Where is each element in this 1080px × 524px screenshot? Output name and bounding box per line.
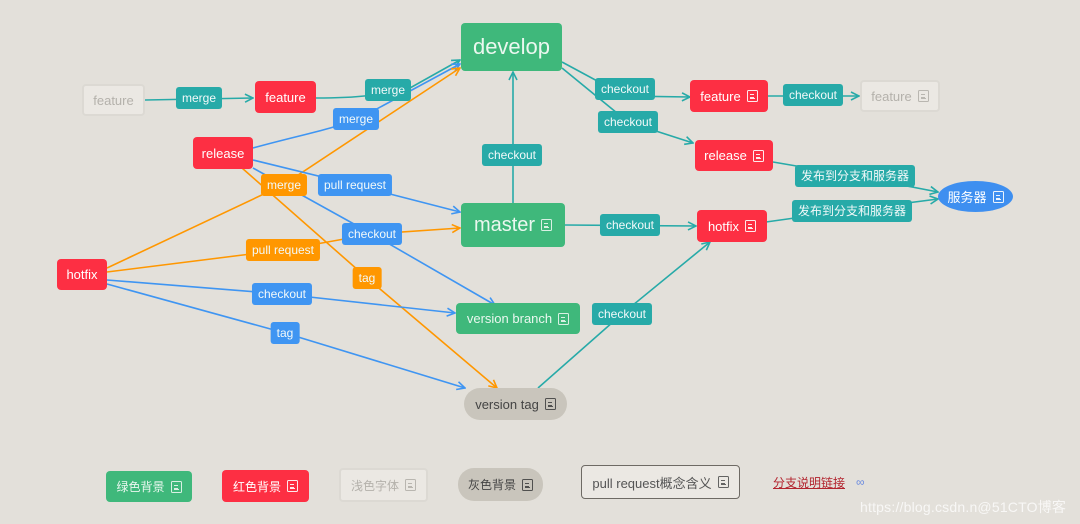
note-icon <box>287 480 298 492</box>
note-icon <box>405 479 416 491</box>
edge-label-pull-request: pull request <box>317 174 393 196</box>
legend-label: 灰色背景 <box>467 478 516 492</box>
edge-label-checkout: checkout <box>597 111 659 133</box>
legend-outline: pull request概念含义 <box>581 465 740 499</box>
edge-label-publish: 发布到分支和服务器 <box>791 200 913 222</box>
node-label: version branch <box>466 311 553 326</box>
node-develop[interactable]: develop <box>461 23 562 71</box>
legend-light: 浅色字体 <box>339 468 428 502</box>
legend-label: pull request概念含义 <box>592 475 712 491</box>
note-icon <box>992 190 1004 203</box>
node-hotfix-right[interactable]: hotfix <box>697 210 767 242</box>
note-icon <box>752 149 764 162</box>
node-label: feature <box>871 88 912 104</box>
node-release-right[interactable]: release <box>695 140 773 171</box>
note-icon <box>541 219 553 231</box>
link-icon[interactable]: ∞ <box>856 475 865 489</box>
legend-label: 红色背景 <box>232 479 281 494</box>
node-server[interactable]: 服务器 <box>938 181 1013 212</box>
note-icon <box>170 480 182 493</box>
edge-label-tag: tag <box>352 267 382 289</box>
node-label: version tag <box>475 396 539 412</box>
edge-label-checkout: checkout <box>599 214 661 236</box>
node-feature-light-left[interactable]: feature <box>82 84 145 116</box>
edge-layer <box>106 0 1080 524</box>
node-label: release <box>201 145 245 161</box>
edge-label-pull-request: pull request <box>245 239 321 261</box>
node-label: 服务器 <box>947 190 987 205</box>
node-release-left[interactable]: release <box>193 137 253 169</box>
edge-label-checkout: checkout <box>341 223 403 245</box>
node-label: feature <box>265 89 306 105</box>
node-label: develop <box>472 34 551 59</box>
watermark: https://blog.csdn.n@51CTO博客 <box>860 499 1067 515</box>
note-icon <box>917 90 929 102</box>
node-version-tag[interactable]: version tag <box>464 388 567 420</box>
note-icon <box>544 398 556 410</box>
legend-label: 绿色背景 <box>116 480 165 494</box>
legend-red: 红色背景 <box>222 470 309 502</box>
node-label: hotfix <box>707 218 740 234</box>
edge-label-merge: merge <box>260 174 308 196</box>
edge-label-checkout: checkout <box>782 84 844 106</box>
edge-label-merge: merge <box>332 108 380 130</box>
node-label: feature <box>700 88 741 104</box>
edge-label-checkout: checkout <box>591 303 653 325</box>
node-label: feature <box>93 92 134 108</box>
node-master[interactable]: master <box>461 203 565 247</box>
node-label: master <box>473 213 536 236</box>
edge-label-merge: merge <box>175 87 223 109</box>
legend-green: 绿色背景 <box>106 471 192 502</box>
edge-label-tag: tag <box>270 322 300 344</box>
note-icon <box>558 312 570 325</box>
note-icon <box>745 220 757 232</box>
note-icon <box>746 90 758 102</box>
node-version-branch[interactable]: version branch <box>456 303 580 334</box>
node-hotfix-left[interactable]: hotfix <box>57 259 107 290</box>
note-icon <box>522 478 533 491</box>
edge-label-checkout: checkout <box>594 78 656 100</box>
note-icon <box>717 476 729 488</box>
edge-label-merge: merge <box>364 79 412 101</box>
edge-label-checkout: checkout <box>251 283 313 305</box>
branch-description-link[interactable]: 分支说明链接 <box>773 474 845 491</box>
node-feature-light-right[interactable]: feature <box>860 80 940 112</box>
node-feature-red-right[interactable]: feature <box>690 80 768 112</box>
node-label: release <box>704 148 747 163</box>
legend-gray: 灰色背景 <box>458 468 543 501</box>
node-label: hotfix <box>66 267 98 282</box>
node-feature-red-left[interactable]: feature <box>255 81 316 113</box>
edge-label-publish: 发布到分支和服务器 <box>794 165 916 187</box>
edge-label-checkout: checkout <box>481 144 543 166</box>
legend-label: 浅色字体 <box>350 478 399 493</box>
